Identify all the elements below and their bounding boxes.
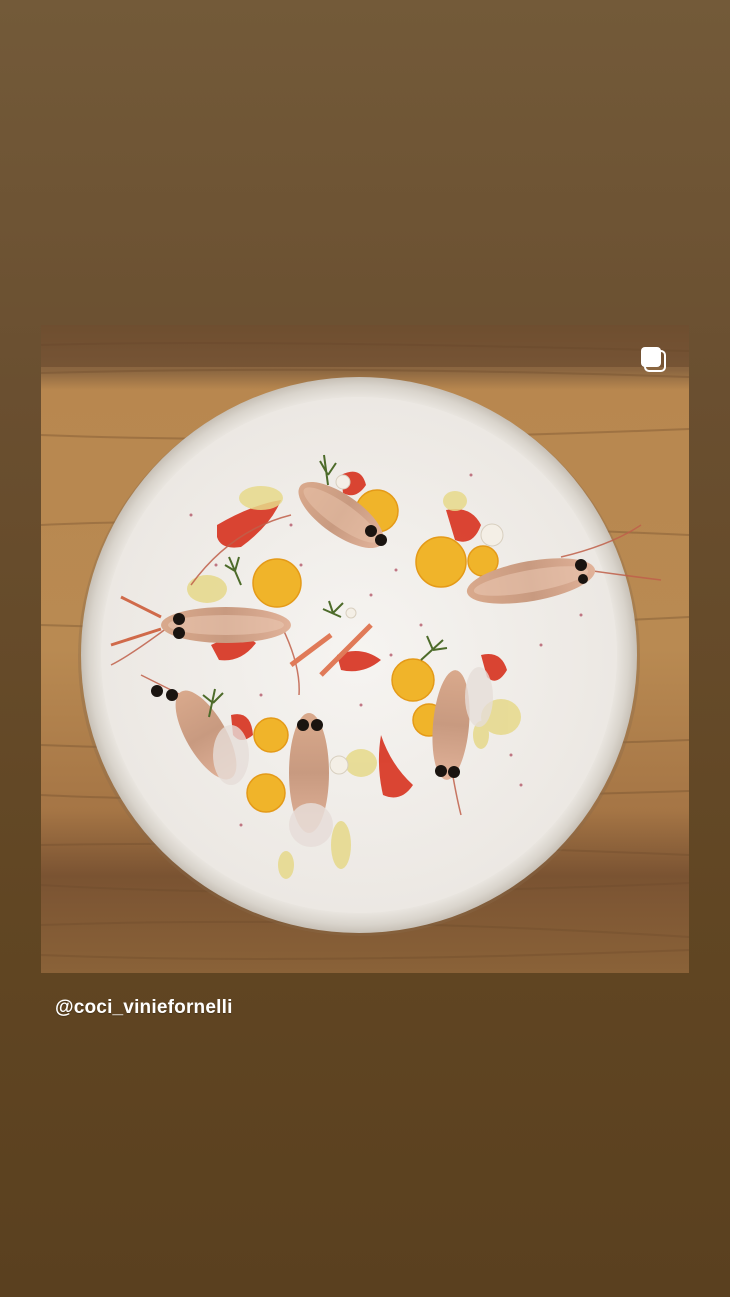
carousel-icon [641, 347, 666, 372]
mention-sticker[interactable]: @coci_viniefornelli [55, 997, 233, 1019]
post-photo[interactable] [41, 325, 689, 973]
plated-dish-photo [41, 325, 689, 973]
